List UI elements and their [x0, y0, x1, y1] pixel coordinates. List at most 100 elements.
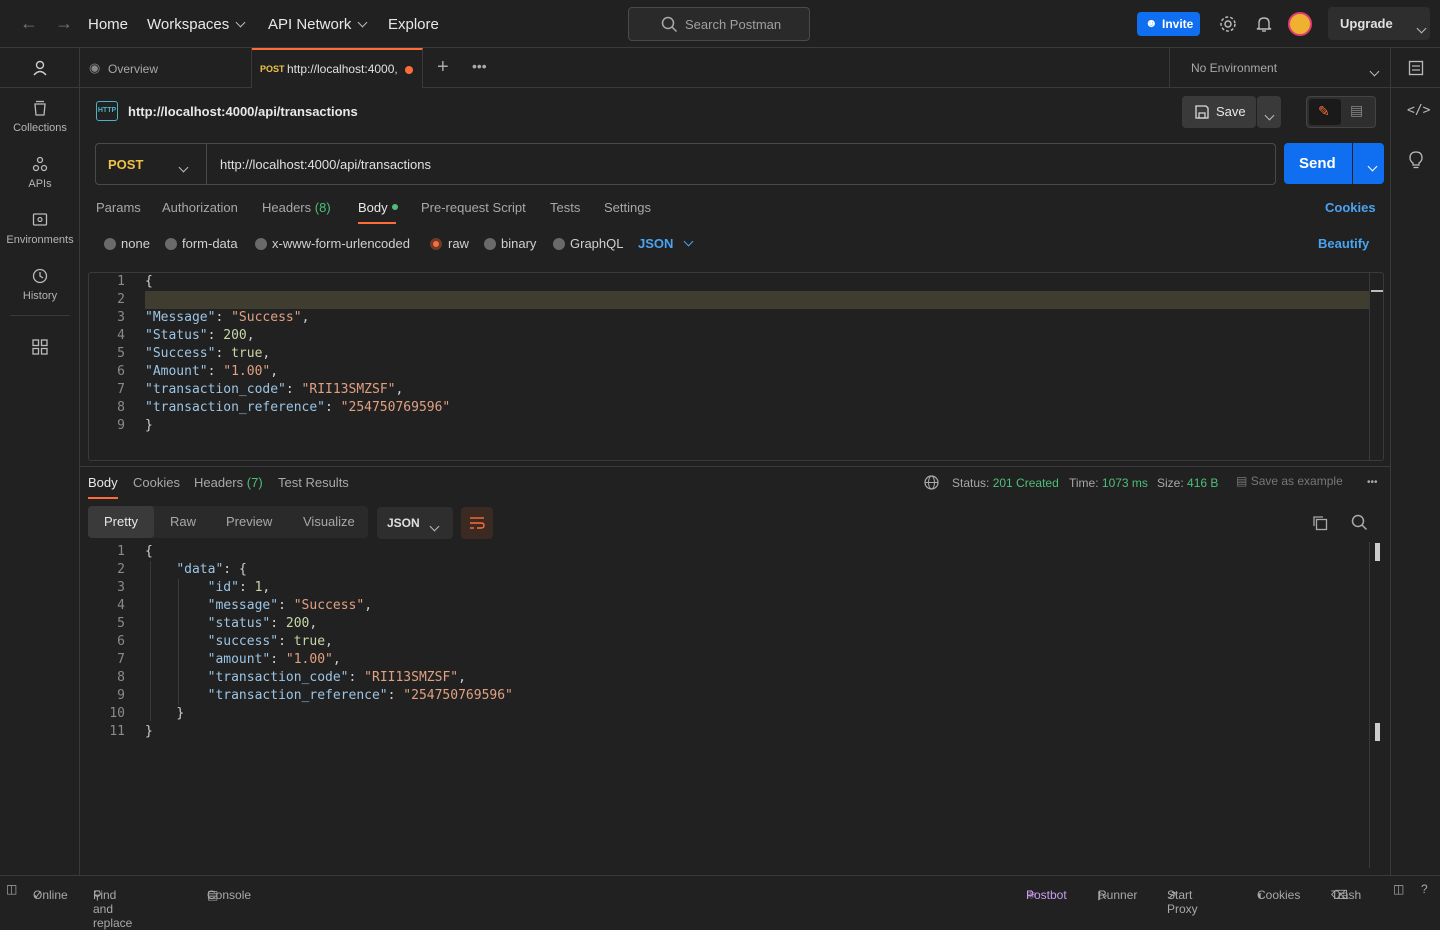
scroll-thumb-top[interactable]: [1375, 543, 1380, 561]
beautify-link[interactable]: Beautify: [1318, 236, 1369, 251]
wrap-lines-button[interactable]: [461, 507, 493, 539]
sidebar-item-collections[interactable]: Collections: [0, 100, 80, 142]
nav-api-network[interactable]: API Network: [268, 16, 368, 33]
response-body-scrollbar[interactable]: [1369, 542, 1383, 868]
response-body-code-line[interactable]: "transaction_reference": "254750769596": [145, 687, 513, 705]
copy-icon[interactable]: [1312, 515, 1328, 531]
response-format-select[interactable]: JSON: [377, 507, 453, 539]
editor-scrollbar[interactable]: [1369, 273, 1383, 460]
request-body-code-line[interactable]: "Message": "Success",: [145, 309, 309, 327]
response-tab-test-results[interactable]: Test Results: [278, 475, 349, 490]
configure-workspace-icon[interactable]: [32, 339, 48, 355]
response-tab-body[interactable]: Body: [88, 475, 118, 490]
environment-selector[interactable]: No Environment: [1169, 48, 1390, 87]
forward-arrow-icon[interactable]: →: [55, 13, 73, 34]
radio-graphql[interactable]: [553, 238, 565, 250]
view-tab-visualize[interactable]: Visualize: [303, 514, 355, 529]
more-tabs-icon[interactable]: •••: [472, 58, 487, 74]
response-body-code-line[interactable]: "data": {: [145, 561, 246, 579]
response-body-code-line[interactable]: {: [145, 543, 153, 561]
send-options-button[interactable]: [1353, 143, 1384, 184]
save-button[interactable]: Save: [1182, 96, 1256, 128]
radio-none[interactable]: [104, 238, 116, 250]
request-body-code-line[interactable]: "transaction_reference": "254750769596": [145, 399, 450, 417]
request-body-code-line[interactable]: "Success": true,: [145, 345, 270, 363]
response-body-code-line[interactable]: "amount": "1.00",: [145, 651, 341, 669]
nav-home[interactable]: Home: [88, 16, 128, 33]
lightbulb-icon[interactable]: [1409, 151, 1423, 169]
search-input[interactable]: Search Postman: [628, 7, 810, 41]
code-icon[interactable]: </>: [1407, 103, 1430, 118]
upgrade-button[interactable]: Upgrade: [1328, 7, 1430, 40]
status-value[interactable]: 201 Created: [993, 476, 1059, 490]
time-value[interactable]: 1073 ms: [1102, 476, 1148, 490]
gear-icon[interactable]: [1219, 15, 1237, 33]
invite-button[interactable]: ☻ Invite: [1137, 12, 1200, 36]
environment-quick-look-icon[interactable]: [1408, 60, 1424, 76]
request-body-code-line[interactable]: {: [145, 273, 153, 291]
response-tab-headers[interactable]: Headers (7): [194, 475, 263, 490]
size-value[interactable]: 416 B: [1187, 476, 1218, 490]
view-tab-pretty[interactable]: Pretty: [88, 506, 154, 538]
avatar[interactable]: [1288, 12, 1312, 36]
request-body-code-line[interactable]: "transaction_code": "RII13SMZSF",: [145, 381, 403, 399]
save-options-button[interactable]: [1257, 96, 1281, 128]
two-pane-icon[interactable]: ◫: [1393, 882, 1404, 896]
pane-divider[interactable]: [80, 466, 1390, 467]
back-arrow-icon[interactable]: ←: [20, 13, 38, 34]
tab-headers[interactable]: Headers (8): [262, 200, 331, 215]
response-body-code-line[interactable]: "id": 1,: [145, 579, 271, 597]
bell-icon[interactable]: [1256, 15, 1272, 33]
response-more-icon[interactable]: •••: [1367, 477, 1378, 488]
sidebar-item-history[interactable]: History: [0, 268, 80, 310]
response-body-code-line[interactable]: "success": true,: [145, 633, 333, 651]
user-icon[interactable]: [32, 60, 48, 76]
save-as-example-button[interactable]: ▤ Save as example: [1236, 474, 1343, 488]
send-button[interactable]: Send: [1284, 143, 1352, 184]
response-tab-cookies[interactable]: Cookies: [133, 475, 180, 490]
tab-headers-label: Headers: [262, 200, 312, 215]
comment-icon[interactable]: ▤: [1350, 102, 1363, 119]
body-format-select[interactable]: JSON: [638, 236, 694, 251]
radio-raw[interactable]: [430, 238, 442, 250]
tab-overview[interactable]: ◉ Overview: [80, 48, 252, 87]
tab-body[interactable]: Body: [358, 200, 398, 215]
request-body-code-line[interactable]: }: [145, 417, 153, 435]
tab-active-request[interactable]: POST http://localhost:4000,: [252, 48, 423, 88]
tab-settings[interactable]: Settings: [604, 200, 651, 215]
globe-icon[interactable]: [924, 475, 939, 490]
tab-tests[interactable]: Tests: [550, 200, 580, 215]
radio-binary[interactable]: [484, 238, 496, 250]
new-tab-plus-icon[interactable]: +: [437, 56, 449, 79]
sidebar-item-environments[interactable]: Environments: [0, 212, 80, 254]
tab-pre-request-script[interactable]: Pre-request Script: [421, 200, 526, 215]
tab-params[interactable]: Params: [96, 200, 141, 215]
response-body-code-line[interactable]: "message": "Success",: [145, 597, 372, 615]
sidebar-item-apis[interactable]: APIs: [0, 156, 80, 198]
request-title[interactable]: http://localhost:4000/api/transactions: [128, 104, 358, 119]
help-icon[interactable]: ?: [1421, 882, 1428, 896]
response-body-code-line[interactable]: }: [145, 705, 184, 723]
sidebar-item-label: History: [22, 290, 58, 302]
request-body-code-line[interactable]: "Amount": "1.00",: [145, 363, 278, 381]
tab-authorization[interactable]: Authorization: [162, 200, 238, 215]
toggle-sidebar-icon[interactable]: ◫: [6, 882, 17, 896]
cookies-link[interactable]: Cookies: [1325, 200, 1376, 215]
response-body-code-line[interactable]: "status": 200,: [145, 615, 318, 633]
search-icon[interactable]: [1351, 514, 1368, 531]
scroll-thumb[interactable]: [1371, 290, 1383, 292]
response-body-code-line[interactable]: }: [145, 723, 153, 741]
request-body-editor[interactable]: [88, 272, 1384, 461]
radio-urlencoded[interactable]: [255, 238, 267, 250]
nav-workspaces[interactable]: Workspaces: [147, 16, 246, 33]
nav-explore[interactable]: Explore: [388, 16, 439, 33]
view-tab-preview[interactable]: Preview: [226, 514, 272, 529]
response-body-code-line[interactable]: "transaction_code": "RII13SMZSF",: [145, 669, 466, 687]
scroll-thumb-bottom[interactable]: [1375, 723, 1380, 741]
request-body-code-line[interactable]: "Status": 200,: [145, 327, 255, 345]
view-tab-raw[interactable]: Raw: [170, 514, 196, 529]
radio-form-data[interactable]: [165, 238, 177, 250]
method-select[interactable]: POST: [96, 144, 207, 184]
edit-mode-button[interactable]: ✎: [1309, 99, 1341, 125]
url-input[interactable]: http://localhost:4000/api/transactions: [220, 157, 431, 172]
